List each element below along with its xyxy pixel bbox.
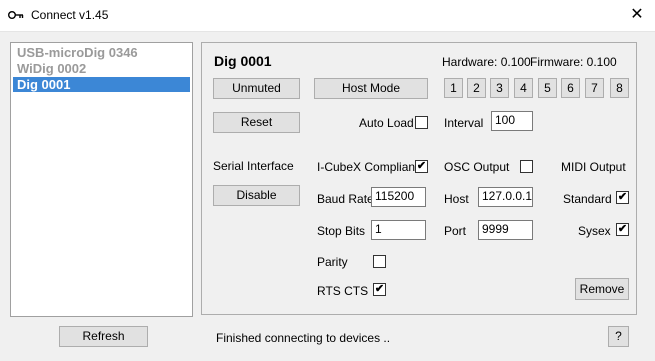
device-name: Dig 0001 [214,53,272,69]
baud-rate-label: Baud Rate [317,192,374,206]
parity-checkbox[interactable] [373,255,386,268]
parity-label: Parity [317,255,348,269]
channel-2-button[interactable]: 2 [467,78,486,98]
rts-cts-label: RTS CTS [317,284,369,298]
channel-3-button[interactable]: 3 [490,78,509,98]
host-input[interactable]: 127.0.0.1 [478,187,533,207]
device-list[interactable]: USB-microDig 0346 WiDig 0002 Dig 0001 [10,42,193,317]
firmware-version: Firmware: 0.100 [530,55,617,69]
channel-7-button[interactable]: 7 [585,78,604,98]
baud-rate-input[interactable]: 115200 [371,187,426,207]
remove-button[interactable]: Remove [575,278,629,300]
hardware-version: Hardware: 0.100 [442,55,531,69]
standard-label: Standard [563,192,612,206]
channel-8-button[interactable]: 8 [610,78,629,98]
reset-button[interactable]: Reset [213,112,300,133]
list-item-selected[interactable]: Dig 0001 [13,77,190,92]
status-text: Finished connecting to devices .. [216,331,391,345]
list-item[interactable]: WiDig 0002 [13,61,190,76]
interval-label: Interval [444,116,484,130]
host-label: Host [444,192,469,206]
icubex-compliant-label: I-CubeX Compliant [317,160,419,174]
channel-5-button[interactable]: 5 [538,78,557,98]
title-bar: Connect v1.45 ✕ [0,0,655,32]
help-button[interactable]: ? [608,326,629,347]
sysex-label: Sysex [578,224,611,238]
channel-6-button[interactable]: 6 [561,78,580,98]
interval-input[interactable]: 100 [491,111,533,131]
refresh-button[interactable]: Refresh [59,326,148,347]
close-icon[interactable]: ✕ [619,0,655,31]
unmuted-button[interactable]: Unmuted [213,78,300,99]
channel-1-button[interactable]: 1 [444,78,463,98]
sysex-checkbox[interactable]: ✔ [616,223,629,236]
channel-4-button[interactable]: 4 [514,78,533,98]
osc-output-checkbox[interactable] [520,160,533,173]
auto-load-checkbox[interactable] [415,116,428,129]
device-panel: Dig 0001 Hardware: 0.100 Firmware: 0.100… [201,42,637,315]
port-label: Port [444,224,467,238]
midi-output-label: MIDI Output [561,160,626,174]
list-item[interactable]: USB-microDig 0346 [13,45,190,60]
standard-checkbox[interactable]: ✔ [616,191,629,204]
osc-output-label: OSC Output [444,160,510,174]
stop-bits-label: Stop Bits [317,224,366,238]
serial-interface-label: Serial Interface [213,159,294,173]
port-input[interactable]: 9999 [478,220,533,240]
window-title: Connect v1.45 [31,8,109,22]
key-icon [8,11,24,19]
stop-bits-input[interactable]: 1 [371,220,426,240]
disable-button[interactable]: Disable [213,185,300,206]
host-mode-button[interactable]: Host Mode [314,78,428,99]
auto-load-label: Auto Load [359,116,414,130]
rts-cts-checkbox[interactable]: ✔ [373,283,386,296]
icubex-checkbox[interactable]: ✔ [415,160,428,173]
